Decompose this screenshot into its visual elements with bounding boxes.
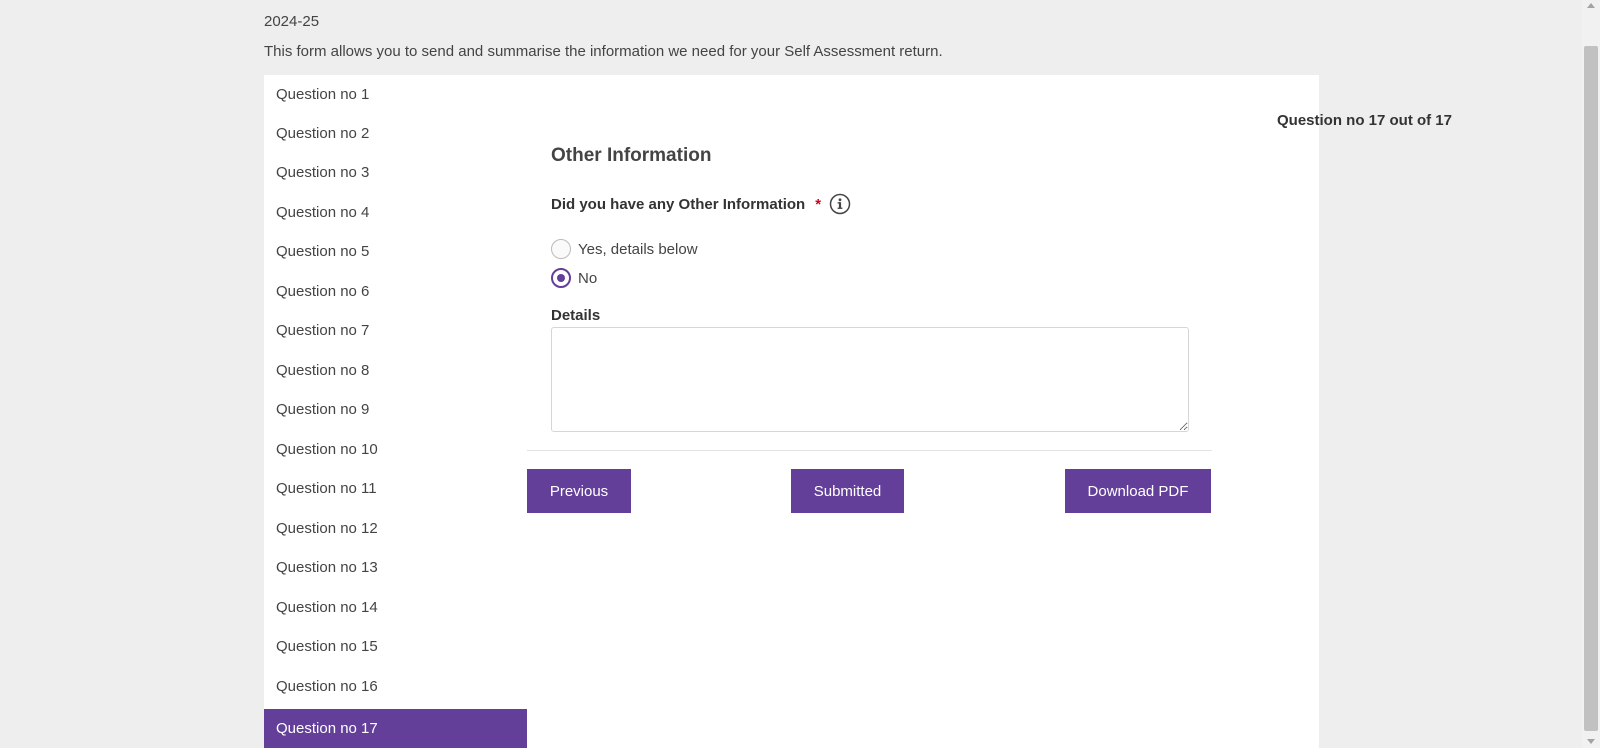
- radio-no[interactable]: [551, 268, 571, 288]
- scroll-down-arrow-icon[interactable]: [1587, 739, 1595, 744]
- option-yes-label: Yes, details below: [578, 240, 698, 258]
- sidebar-item-question-6[interactable]: Question no 6: [264, 272, 527, 311]
- details-textarea[interactable]: [551, 327, 1189, 432]
- option-no-label: No: [578, 269, 598, 287]
- option-yes[interactable]: Yes, details below: [551, 239, 698, 259]
- sidebar-item-question-16[interactable]: Question no 16: [264, 667, 527, 706]
- required-marker: *: [815, 195, 822, 213]
- sidebar-item-question-11[interactable]: Question no 11: [264, 469, 527, 508]
- sidebar-item-question-8[interactable]: Question no 8: [264, 351, 527, 390]
- sidebar-item-question-17[interactable]: Question no 17: [264, 709, 527, 748]
- scroll-up-arrow-icon[interactable]: [1587, 3, 1595, 8]
- sidebar-item-question-15[interactable]: Question no 15: [264, 627, 527, 666]
- form-intro-text: This form allows you to send and summari…: [264, 43, 943, 60]
- option-no[interactable]: No: [551, 268, 597, 288]
- vertical-scrollbar[interactable]: [1582, 0, 1600, 748]
- sidebar-item-question-1[interactable]: Question no 1: [264, 75, 527, 114]
- sidebar-item-question-3[interactable]: Question no 3: [264, 153, 527, 192]
- sidebar-item-question-7[interactable]: Question no 7: [264, 311, 527, 350]
- section-title: Other Information: [551, 145, 712, 166]
- details-label: Details: [551, 307, 601, 324]
- info-icon[interactable]: [829, 193, 851, 215]
- sidebar-item-question-5[interactable]: Question no 5: [264, 232, 527, 271]
- sidebar-item-question-13[interactable]: Question no 13: [264, 548, 527, 587]
- scrollbar-thumb[interactable]: [1584, 46, 1598, 731]
- page: 2024-25 This form allows you to send and…: [0, 0, 1600, 748]
- submitted-button[interactable]: Submitted: [791, 469, 904, 513]
- sidebar-item-question-9[interactable]: Question no 9: [264, 390, 527, 429]
- question-counter: Question no 17 out of 17: [1276, 112, 1452, 129]
- previous-button[interactable]: Previous: [527, 469, 631, 513]
- question-text: Did you have any Other Information: [551, 195, 806, 213]
- sidebar-item-question-2[interactable]: Question no 2: [264, 114, 527, 153]
- download-pdf-button[interactable]: Download PDF: [1065, 469, 1211, 513]
- tax-year: 2024-25: [264, 13, 320, 30]
- form-card: Question no 1 Question no 2 Question no …: [264, 75, 1452, 748]
- question-sidebar: Question no 1 Question no 2 Question no …: [264, 75, 527, 748]
- radio-yes[interactable]: [551, 239, 571, 259]
- sidebar-item-question-4[interactable]: Question no 4: [264, 193, 527, 232]
- sidebar-item-question-10[interactable]: Question no 10: [264, 430, 527, 469]
- sidebar-item-question-14[interactable]: Question no 14: [264, 588, 527, 627]
- question-label: Did you have any Other Information *: [551, 193, 851, 215]
- divider: [527, 450, 1212, 451]
- sidebar-item-question-12[interactable]: Question no 12: [264, 509, 527, 548]
